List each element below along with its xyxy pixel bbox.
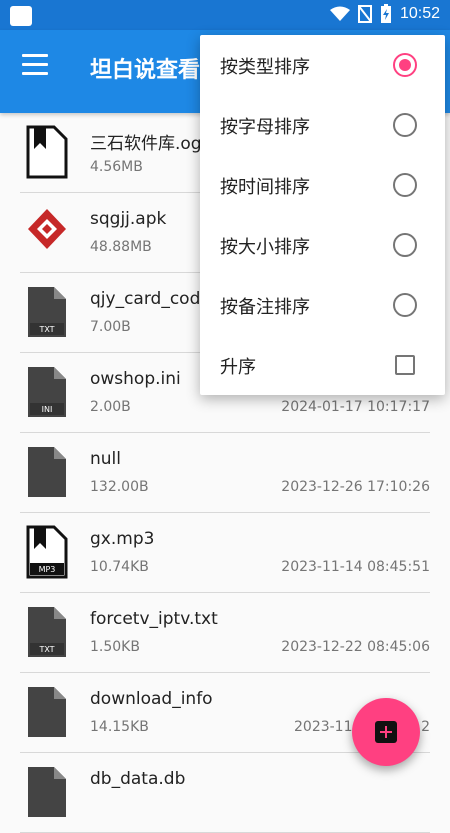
app-logo-icon: [28, 209, 66, 249]
file-size: 132.00B: [90, 479, 149, 495]
menu-item-label: 升序: [220, 357, 256, 378]
add-fab-button[interactable]: [352, 698, 420, 766]
svg-text:INI: INI: [42, 405, 53, 414]
file-date-tail: 2: [421, 719, 430, 735]
file-date: 2023-11-14 08:45:51: [281, 559, 430, 575]
add-box-icon: [375, 721, 397, 743]
file-size: 48.88MB: [90, 239, 152, 255]
ini-file-icon: INI: [28, 367, 66, 417]
file-date: 2024-01-17 10:17:17: [281, 399, 430, 415]
list-item[interactable]: null 132.00B 2023-12-26 17:10:26: [20, 433, 430, 513]
page-title: 坦白说查看: [90, 58, 200, 83]
file-size: 2.00B: [90, 399, 131, 415]
file-date: 2023-11-: [294, 719, 358, 735]
svg-text:TXT: TXT: [38, 325, 54, 334]
mp3-file-icon: MP3: [26, 525, 68, 579]
menu-item-label: 按类型排序: [220, 57, 310, 78]
sort-by-size-radio[interactable]: [393, 233, 417, 257]
file-size: 7.00B: [90, 319, 131, 335]
file-size: 1.50KB: [90, 639, 140, 655]
sort-by-time-item[interactable]: 按时间排序: [200, 155, 445, 215]
file-size: 4.56MB: [90, 159, 143, 175]
menu-item-label: 按时间排序: [220, 177, 310, 198]
file-name: sqgjj.apk: [90, 209, 167, 229]
hamburger-menu-icon[interactable]: [22, 54, 48, 76]
sort-by-note-radio[interactable]: [393, 293, 417, 317]
file-icon: [28, 767, 66, 817]
sort-by-type-radio[interactable]: [393, 53, 417, 77]
sort-by-name-item[interactable]: 按字母排序: [200, 95, 445, 155]
file-name: download_info: [90, 689, 213, 709]
sort-by-type-item[interactable]: 按类型排序: [200, 35, 445, 95]
file-icon: [28, 447, 66, 497]
file-name: null: [90, 449, 121, 469]
file-name: forcetv_iptv.txt: [90, 609, 218, 629]
menu-item-label: 按字母排序: [220, 117, 310, 138]
file-name: qjy_card_code: [90, 289, 211, 309]
file-name: owshop.ini: [90, 369, 181, 389]
sort-by-name-radio[interactable]: [393, 113, 417, 137]
status-icons: 10:52: [329, 4, 440, 24]
sort-by-size-item[interactable]: 按大小排序: [200, 215, 445, 275]
file-date: 2023-12-22 08:45:06: [281, 639, 430, 655]
sort-by-note-item[interactable]: 按备注排序: [200, 275, 445, 335]
menu-item-label: 按备注排序: [220, 297, 310, 318]
svg-text:MP3: MP3: [39, 565, 56, 574]
svg-text:TXT: TXT: [38, 645, 54, 654]
list-item[interactable]: TXT forcetv_iptv.txt 1.50KB 2023-12-22 0…: [20, 593, 430, 673]
file-date: 2023-12-26 17:10:26: [281, 479, 430, 495]
ascending-checkbox[interactable]: [395, 355, 415, 375]
file-icon: [28, 687, 66, 737]
notification-icon: [10, 6, 32, 26]
status-bar: 10:52: [0, 0, 450, 30]
file-name: 三石软件库.og: [90, 134, 202, 154]
battery-charging-icon: [380, 4, 391, 23]
wifi-icon: [329, 6, 350, 21]
file-size: 10.74KB: [90, 559, 149, 575]
file-name: gx.mp3: [90, 529, 155, 549]
list-item[interactable]: MP3 gx.mp3 10.74KB 2023-11-14 08:45:51: [20, 513, 430, 593]
menu-item-label: 按大小排序: [220, 237, 310, 258]
txt-file-icon: TXT: [28, 287, 66, 337]
no-sim-icon: [357, 5, 372, 23]
sort-menu: 按类型排序 按字母排序 按时间排序 按大小排序 按备注排序 升序: [200, 35, 445, 395]
ascending-item[interactable]: 升序: [200, 335, 445, 395]
file-size: 14.15KB: [90, 719, 149, 735]
txt-file-icon: TXT: [28, 607, 66, 657]
sort-by-time-radio[interactable]: [393, 173, 417, 197]
list-item[interactable]: db_data.db: [20, 753, 430, 833]
clock: 10:52: [399, 5, 440, 22]
file-name: db_data.db: [90, 769, 186, 789]
file-bookmark-icon: [26, 125, 68, 179]
